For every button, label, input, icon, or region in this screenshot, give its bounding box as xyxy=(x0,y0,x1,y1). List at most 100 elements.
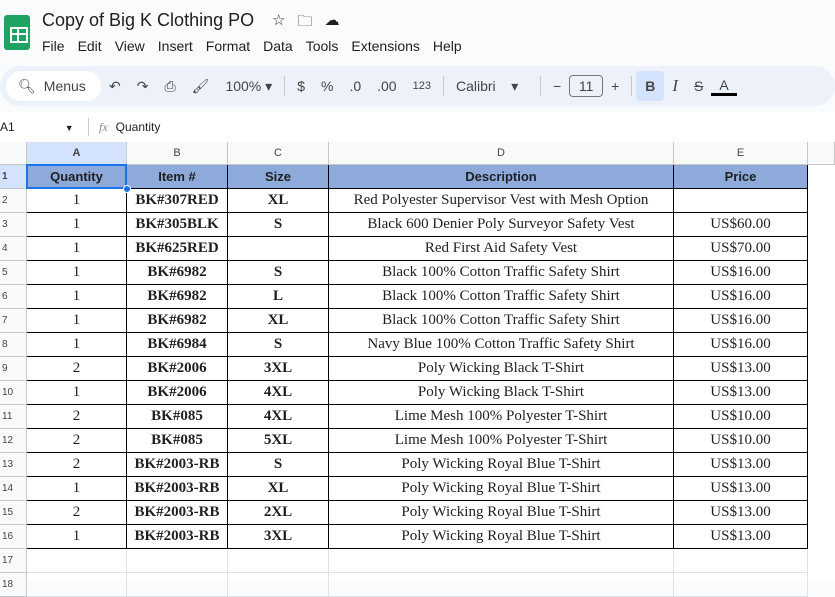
table-cell[interactable]: BK#085 xyxy=(127,429,228,453)
menu-help[interactable]: Help xyxy=(433,38,462,54)
table-cell[interactable]: 1 xyxy=(27,309,127,333)
table-cell[interactable]: Black 100% Cotton Traffic Safety Shirt xyxy=(329,261,674,285)
table-cell[interactable]: US$16.00 xyxy=(674,309,808,333)
table-cell[interactable]: BK#2003-RB xyxy=(127,477,228,501)
header-cell[interactable]: Size xyxy=(228,165,329,189)
table-cell[interactable]: XL xyxy=(228,309,329,333)
row-header[interactable]: 4 xyxy=(0,237,27,261)
table-cell[interactable]: 1 xyxy=(27,213,127,237)
empty-cell[interactable] xyxy=(127,549,228,573)
table-cell[interactable]: Lime Mesh 100% Polyester T-Shirt xyxy=(329,429,674,453)
print-icon[interactable]: ⎙ xyxy=(156,78,183,95)
row-header[interactable]: 17 xyxy=(0,549,27,573)
header-cell[interactable]: Quantity xyxy=(27,165,127,189)
table-cell[interactable]: 2 xyxy=(27,357,127,381)
table-cell[interactable]: 1 xyxy=(27,261,127,285)
empty-cell[interactable] xyxy=(27,573,127,597)
table-cell[interactable]: L xyxy=(228,285,329,309)
paint-format-icon[interactable]: 🖌︎ xyxy=(184,78,218,95)
decrease-decimal-button[interactable]: .0 xyxy=(341,78,369,94)
menu-format[interactable]: Format xyxy=(206,38,250,54)
column-header-a[interactable]: A xyxy=(27,142,127,165)
table-cell[interactable]: US$13.00 xyxy=(674,477,808,501)
row-header[interactable]: 3 xyxy=(0,213,27,237)
table-cell[interactable]: S xyxy=(228,261,329,285)
row-header[interactable]: 9 xyxy=(0,357,27,381)
table-cell[interactable]: XL xyxy=(228,189,329,213)
zoom-select[interactable]: 100% ▾ xyxy=(217,78,280,95)
menu-view[interactable]: View xyxy=(115,38,145,54)
table-cell[interactable]: BK#6982 xyxy=(127,261,228,285)
table-cell[interactable]: 1 xyxy=(27,333,127,357)
row-header[interactable]: 8 xyxy=(0,333,27,357)
percent-button[interactable]: % xyxy=(313,78,341,94)
row-header[interactable]: 15 xyxy=(0,501,27,525)
star-icon[interactable]: ☆ xyxy=(272,11,285,36)
table-cell[interactable]: Poly Wicking Royal Blue T-Shirt xyxy=(329,477,674,501)
row-header[interactable]: 11 xyxy=(0,405,27,429)
table-cell[interactable]: Poly Wicking Black T-Shirt xyxy=(329,381,674,405)
table-cell[interactable] xyxy=(674,189,808,213)
currency-button[interactable]: $ xyxy=(289,78,313,94)
header-cell[interactable]: Description xyxy=(329,165,674,189)
text-color-button[interactable]: A xyxy=(711,77,737,96)
row-header[interactable]: 16 xyxy=(0,525,27,549)
table-cell[interactable]: 2 xyxy=(27,429,127,453)
table-cell[interactable]: Red Polyester Supervisor Vest with Mesh … xyxy=(329,189,674,213)
document-title[interactable]: Copy of Big K Clothing PO xyxy=(42,10,254,31)
table-cell[interactable]: Poly Wicking Royal Blue T-Shirt xyxy=(329,525,674,549)
more-formats-button[interactable]: 123 xyxy=(405,80,439,92)
empty-cell[interactable] xyxy=(674,573,808,597)
bold-button[interactable]: B xyxy=(636,71,665,101)
table-cell[interactable]: 4XL xyxy=(228,405,329,429)
table-cell[interactable]: BK#307RED xyxy=(127,189,228,213)
table-cell[interactable]: BK#6982 xyxy=(127,285,228,309)
column-header-d[interactable]: D xyxy=(329,142,674,165)
table-cell[interactable]: Black 100% Cotton Traffic Safety Shirt xyxy=(329,309,674,333)
table-cell[interactable]: XL xyxy=(228,477,329,501)
table-cell[interactable]: 2 xyxy=(27,453,127,477)
row-header[interactable]: 6 xyxy=(0,285,27,309)
row-header[interactable]: 5 xyxy=(0,261,27,285)
menu-data[interactable]: Data xyxy=(263,38,293,54)
table-cell[interactable]: 2 xyxy=(27,501,127,525)
table-cell[interactable]: Black 600 Denier Poly Surveyor Safety Ve… xyxy=(329,213,674,237)
table-cell[interactable] xyxy=(228,237,329,261)
font-select[interactable]: Calibri ▾ xyxy=(448,78,536,95)
table-cell[interactable]: 5XL xyxy=(228,429,329,453)
table-cell[interactable]: Navy Blue 100% Cotton Traffic Safety Shi… xyxy=(329,333,674,357)
column-header-c[interactable]: C xyxy=(228,142,329,165)
table-cell[interactable]: 1 xyxy=(27,189,127,213)
empty-cell[interactable] xyxy=(329,573,674,597)
table-cell[interactable]: 1 xyxy=(27,477,127,501)
empty-cell[interactable] xyxy=(228,573,329,597)
row-header[interactable]: 14 xyxy=(0,477,27,501)
menu-extensions[interactable]: Extensions xyxy=(351,38,419,54)
table-cell[interactable]: 4XL xyxy=(228,381,329,405)
menu-file[interactable]: File xyxy=(42,38,65,54)
table-cell[interactable]: BK#6982 xyxy=(127,309,228,333)
row-header[interactable]: 10 xyxy=(0,381,27,405)
move-folder-icon[interactable]: 🗀 xyxy=(297,11,312,36)
table-cell[interactable]: Poly Wicking Black T-Shirt xyxy=(329,357,674,381)
formula-input[interactable]: Quantity xyxy=(116,120,161,134)
header-cell[interactable]: Price xyxy=(674,165,808,189)
menus-search[interactable]: 🔍︎ Menus xyxy=(6,71,101,101)
table-cell[interactable]: 1 xyxy=(27,525,127,549)
table-cell[interactable]: BK#625RED xyxy=(127,237,228,261)
increase-decimal-button[interactable]: .00 xyxy=(369,78,404,94)
table-cell[interactable]: S xyxy=(228,213,329,237)
table-cell[interactable]: US$13.00 xyxy=(674,453,808,477)
row-header[interactable]: 1 xyxy=(0,165,27,189)
header-cell[interactable]: Item # xyxy=(127,165,228,189)
table-cell[interactable]: US$13.00 xyxy=(674,357,808,381)
table-cell[interactable]: US$13.00 xyxy=(674,525,808,549)
sheets-logo[interactable] xyxy=(4,15,30,50)
empty-cell[interactable] xyxy=(127,573,228,597)
table-cell[interactable]: BK#305BLK xyxy=(127,213,228,237)
table-cell[interactable]: US$16.00 xyxy=(674,333,808,357)
select-all-corner[interactable] xyxy=(0,142,27,165)
table-cell[interactable]: US$13.00 xyxy=(674,501,808,525)
table-cell[interactable]: US$10.00 xyxy=(674,429,808,453)
row-header[interactable]: 13 xyxy=(0,453,27,477)
